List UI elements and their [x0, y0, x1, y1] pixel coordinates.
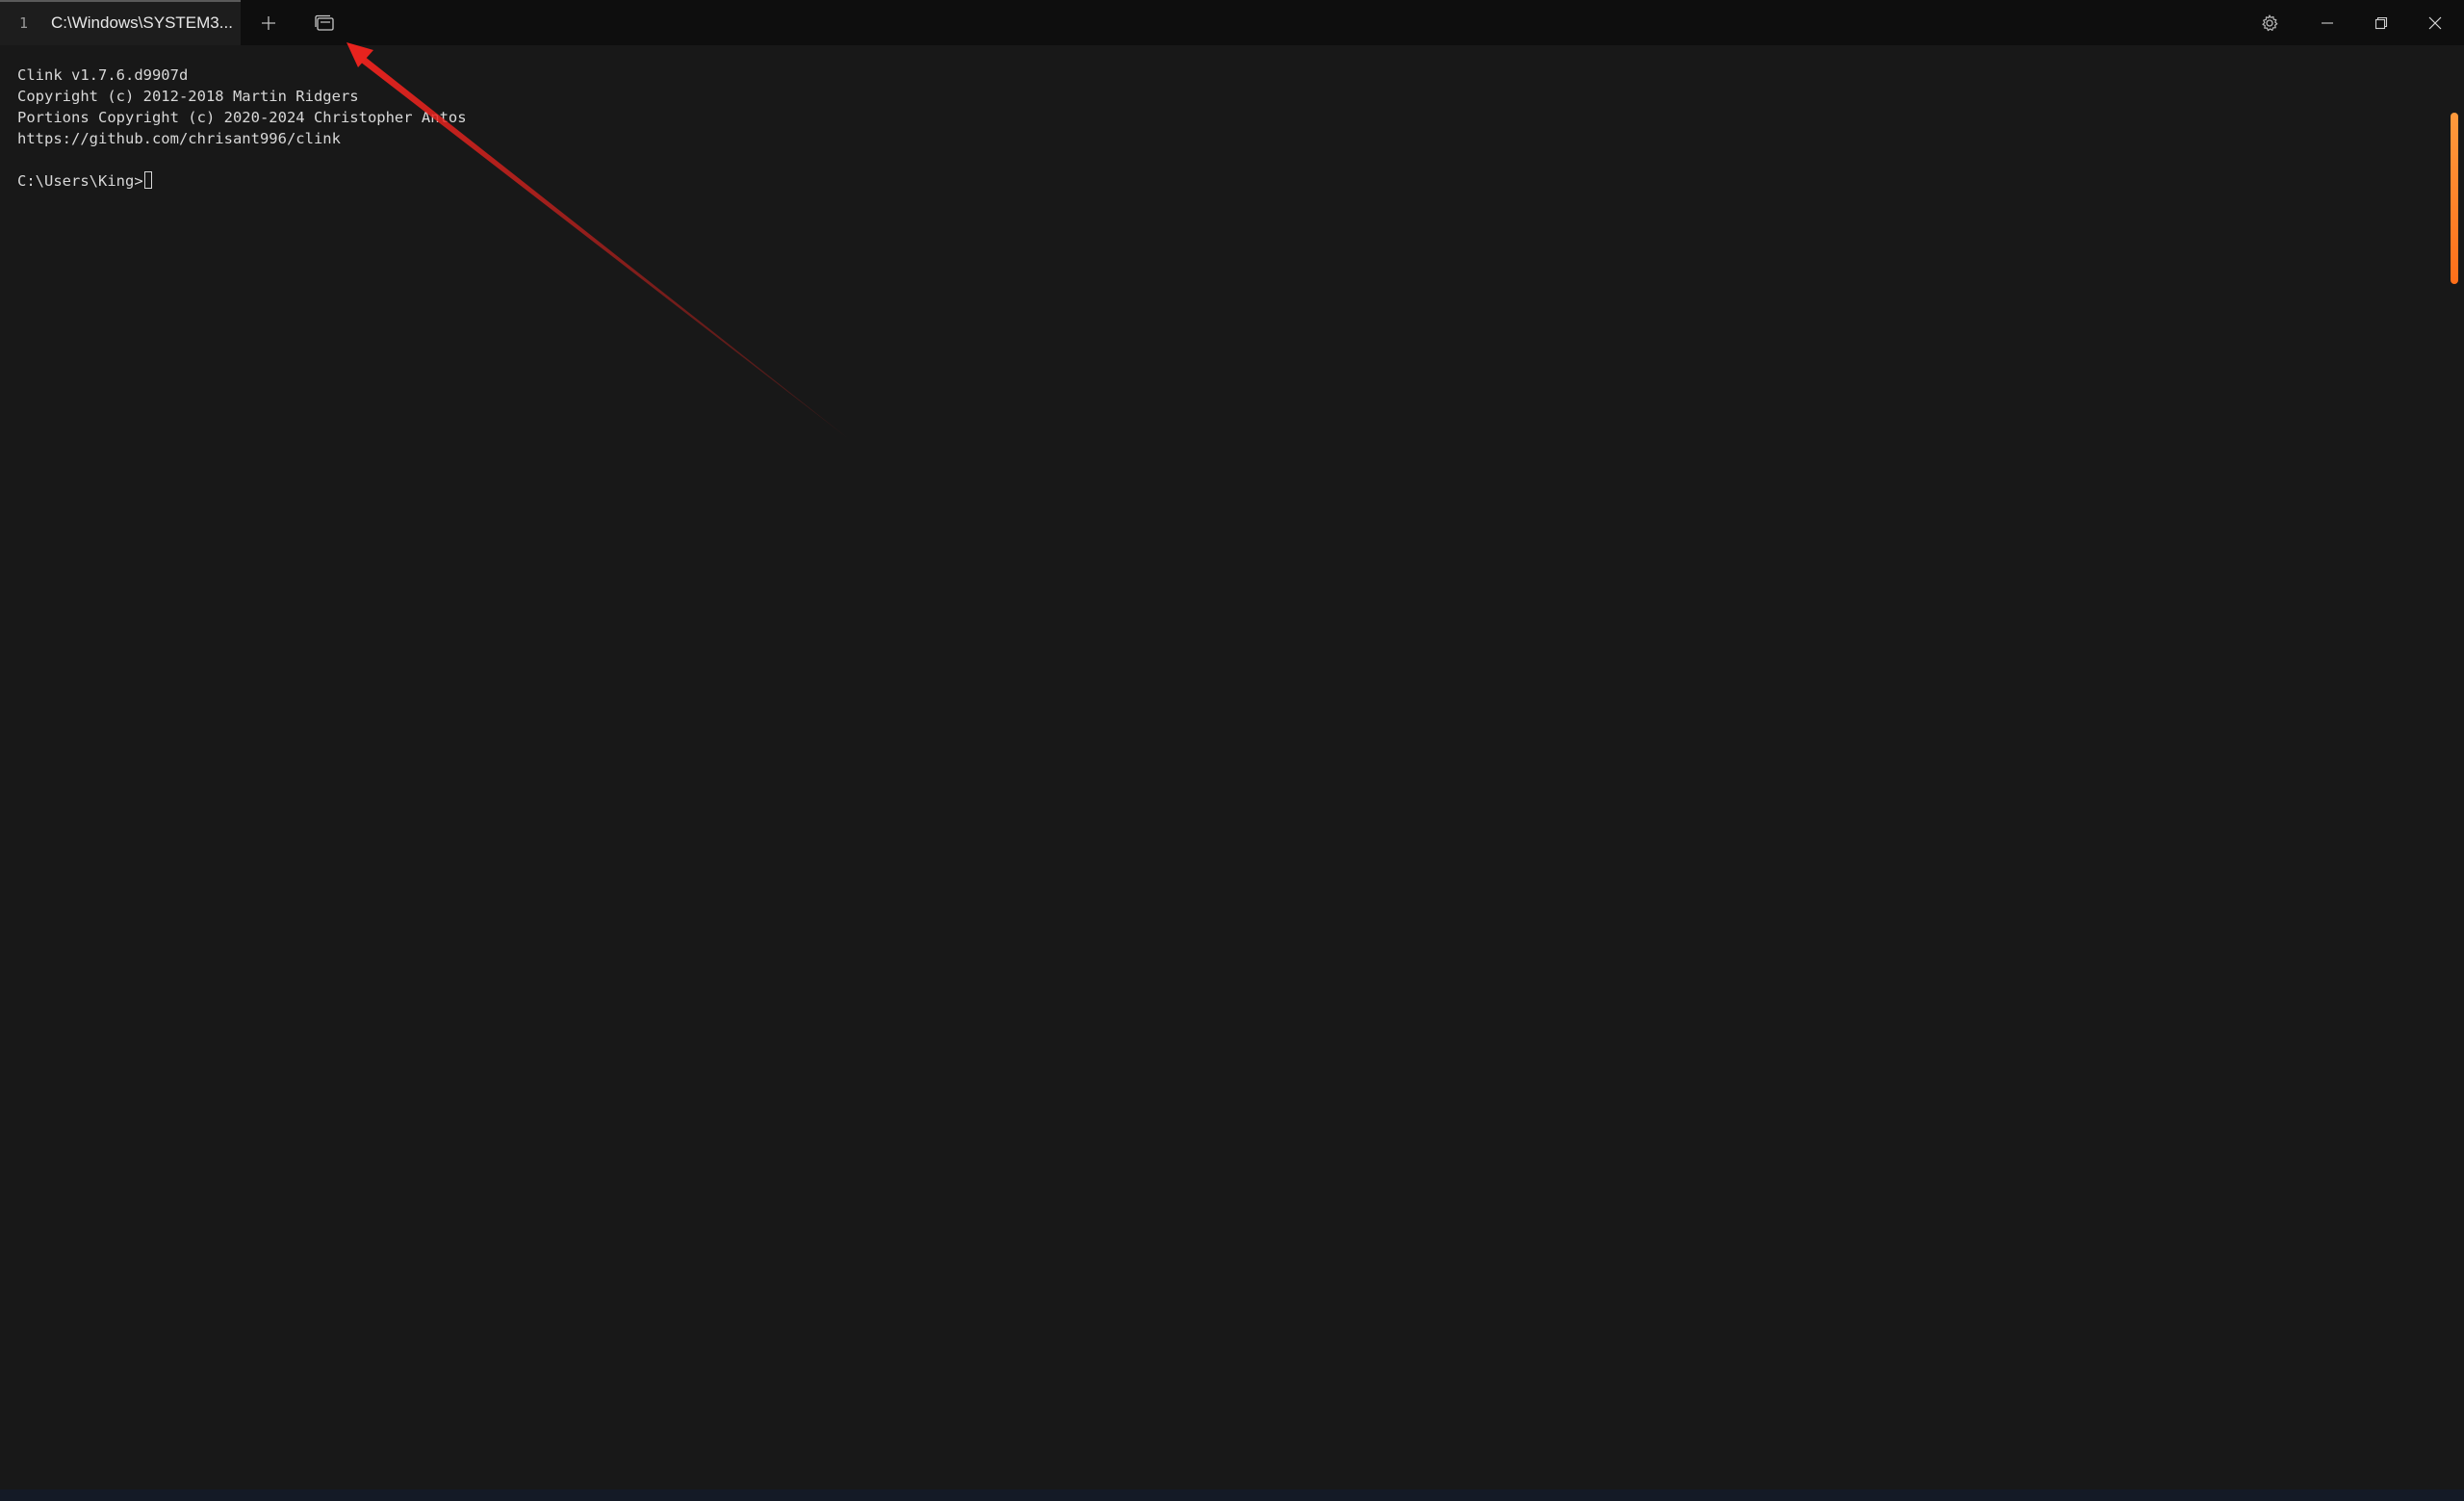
terminal-line: Portions Copyright (c) 2020-2024 Christo…	[17, 109, 467, 126]
plus-icon	[262, 15, 275, 30]
tab-switcher-button[interactable]	[308, 0, 341, 45]
terminal-output[interactable]: Clink v1.7.6.d9907d Copyright (c) 2012-2…	[0, 45, 2445, 1489]
tab-switcher-icon	[315, 14, 334, 31]
close-button[interactable]	[2412, 0, 2458, 45]
gear-icon	[2262, 13, 2278, 31]
taskbar-edge	[0, 1489, 2464, 1501]
restore-icon	[2374, 16, 2388, 29]
close-icon	[2428, 16, 2442, 29]
terminal-line: https://github.com/chrisant996/clink	[17, 130, 341, 147]
text-cursor	[143, 171, 152, 189]
terminal-line: Clink v1.7.6.d9907d	[17, 66, 189, 84]
tab-active[interactable]: 1 C:\Windows\SYSTEM3...	[0, 0, 241, 45]
tab-title: C:\Windows\SYSTEM3...	[51, 13, 233, 32]
prompt-text: C:\Users\King>	[17, 172, 143, 190]
title-bar: 1 C:\Windows\SYSTEM3...	[0, 0, 2464, 45]
vertical-scrollbar[interactable]	[2445, 45, 2464, 1489]
minimize-button[interactable]	[2304, 0, 2350, 45]
prompt-line[interactable]: C:\Users\King>	[17, 170, 152, 192]
terminal-line: Copyright (c) 2012-2018 Martin Ridgers	[17, 88, 359, 105]
new-tab-button[interactable]	[252, 0, 285, 45]
tab-number: 1	[19, 14, 29, 32]
maximize-button[interactable]	[2358, 0, 2404, 45]
minimize-icon	[2322, 21, 2333, 24]
scrollbar-thumb[interactable]	[2451, 113, 2458, 284]
settings-button[interactable]	[2250, 0, 2289, 45]
